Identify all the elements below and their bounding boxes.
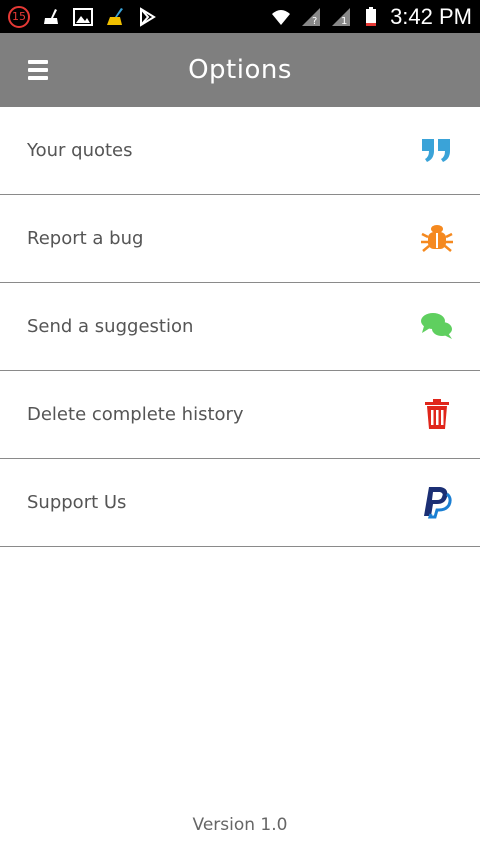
option-label: Report a bug: [27, 228, 144, 249]
wifi-icon: [272, 9, 291, 25]
option-label: Your quotes: [27, 140, 133, 161]
option-label: Send a suggestion: [27, 316, 194, 337]
option-delete-history[interactable]: Delete complete history: [0, 371, 480, 459]
battery-icon: [366, 6, 377, 26]
paypal-icon: [420, 485, 454, 519]
app-bar: Options: [0, 33, 480, 107]
trash-icon: [420, 397, 454, 431]
status-bar: 15 ? 1 3:42 PM: [0, 0, 480, 33]
option-your-quotes[interactable]: Your quotes: [0, 107, 480, 195]
cleaner-icon: [44, 8, 58, 24]
chat-bubbles-icon: [420, 309, 454, 343]
signal-icon: 1: [332, 7, 351, 27]
page-title: Options: [188, 55, 292, 85]
broom-icon: [107, 7, 123, 25]
status-time: 3:42 PM: [390, 3, 472, 29]
status-bar-left: 15: [0, 5, 158, 28]
option-support-us[interactable]: Support Us: [0, 459, 480, 547]
sim-unknown-icon: ?: [302, 7, 321, 27]
option-label: Support Us: [27, 492, 127, 513]
app-version: Version 1.0: [192, 815, 288, 835]
gallery-icon: [73, 7, 93, 26]
svg-text:1: 1: [341, 16, 347, 27]
status-bar-right: ? 1 3:42 PM: [270, 4, 480, 30]
notification-count-badge: 15: [8, 5, 30, 28]
quote-icon: [420, 133, 454, 167]
play-store-icon: [140, 6, 156, 27]
options-list: Your quotes Report a bug Send a suggesti…: [0, 107, 480, 547]
option-send-suggestion[interactable]: Send a suggestion: [0, 283, 480, 371]
svg-text:?: ?: [312, 16, 317, 27]
bug-icon: [420, 221, 454, 255]
option-label: Delete complete history: [27, 404, 244, 425]
option-report-bug[interactable]: Report a bug: [0, 195, 480, 283]
